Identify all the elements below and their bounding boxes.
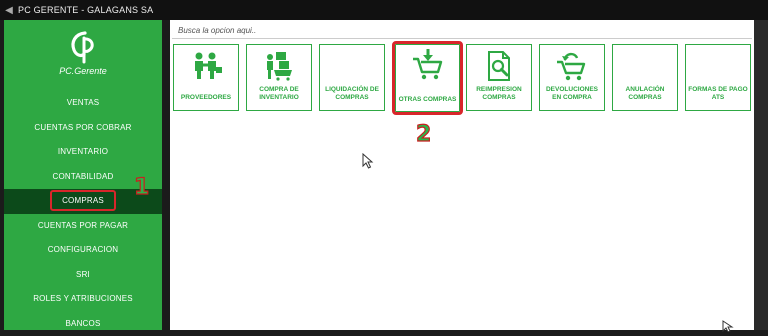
sidebar-item-label: BANCOS xyxy=(66,319,101,328)
sidebar-item-label: CUENTAS POR PAGAR xyxy=(38,221,128,230)
tile-formas-de-pago-ats[interactable]: FORMAS DE PAGO ATS xyxy=(685,44,751,111)
tile-label: ANULACIÓN COMPRAS xyxy=(614,86,676,101)
tile-label: OTRAS COMPRAS xyxy=(396,96,459,104)
pc-gerente-logo-icon xyxy=(67,30,99,64)
back-arrow-icon[interactable]: ◀ xyxy=(0,5,18,16)
tile-anulacion-compras[interactable]: ANULACIÓN COMPRAS xyxy=(612,44,678,111)
tile-liquidacion-de-compras[interactable]: LIQUIDACIÓN DE COMPRAS xyxy=(319,44,385,111)
tile-proveedores[interactable]: PROVEEDORES xyxy=(173,44,239,111)
tile-devoluciones-en-compra[interactable]: DEVOLUCIONES EN COMPRA xyxy=(539,44,605,111)
tile-compra-de-inventario[interactable]: COMPRA DE INVENTARIO xyxy=(246,44,312,111)
sidebar-item-label: CONTABILIDAD xyxy=(53,172,114,181)
tile-label: PROVEEDORES xyxy=(175,94,237,102)
sidebar-item-label: CONFIGURACION xyxy=(48,245,119,254)
sidebar-nav: VENTAS CUENTAS POR COBRAR INVENTARIO CON… xyxy=(4,91,162,336)
tile-label: FORMAS DE PAGO ATS xyxy=(687,86,749,101)
step-2-annotation: 2 xyxy=(416,122,431,147)
sidebar-item-cuentas-por-cobrar[interactable]: CUENTAS POR COBRAR xyxy=(4,116,162,141)
tile-label: LIQUIDACIÓN DE COMPRAS xyxy=(321,86,383,101)
sidebar-item-ventas[interactable]: VENTAS xyxy=(4,91,162,116)
step-1-annotation: 1 xyxy=(134,175,149,200)
window-title: PC GERENTE - GALAGANS SA xyxy=(18,5,153,15)
tile-otras-compras[interactable]: OTRAS COMPRAS xyxy=(392,41,463,115)
shopping-cart-icon xyxy=(395,48,460,82)
sidebar-item-sri[interactable]: SRI xyxy=(4,263,162,288)
sidebar-item-label: COMPRAS xyxy=(50,190,116,211)
sidebar-item-roles[interactable]: ROLES Y ATRIBUCIONES xyxy=(4,287,162,312)
tile-reimpresion-compras[interactable]: REIMPRESION COMPRAS xyxy=(466,44,532,111)
title-bar: ◀ PC GERENTE - GALAGANS SA xyxy=(0,0,768,20)
mouse-cursor-icon xyxy=(362,153,374,169)
cart-return-icon xyxy=(540,49,604,83)
logo-text: PC.Gerente xyxy=(4,66,162,76)
sidebar-item-configuracion[interactable]: CONFIGURACION xyxy=(4,238,162,263)
sidebar-item-label: VENTAS xyxy=(67,98,100,107)
tile-label: COMPRA DE INVENTARIO xyxy=(248,86,310,101)
sidebar-item-inventario[interactable]: INVENTARIO xyxy=(4,140,162,165)
main-panel: Busca la opcion aqui.. PROVEEDORES COMPR… xyxy=(170,20,754,330)
document-search-icon xyxy=(467,49,531,83)
search-input[interactable]: Busca la opcion aqui.. xyxy=(172,23,752,39)
mouse-cursor-icon xyxy=(722,320,734,332)
sidebar-item-label: ROLES Y ATRIBUCIONES xyxy=(33,294,133,303)
inventory-purchase-icon xyxy=(247,49,311,83)
sidebar-item-label: INVENTARIO xyxy=(58,147,108,156)
tile-label: DEVOLUCIONES EN COMPRA xyxy=(541,86,603,101)
sidebar-item-bancos[interactable]: BANCOS xyxy=(4,312,162,336)
sidebar-item-label: CUENTAS POR COBRAR xyxy=(34,123,131,132)
sidebar-item-cuentas-por-pagar[interactable]: CUENTAS POR PAGAR xyxy=(4,214,162,239)
suppliers-icon xyxy=(174,49,238,83)
window-edge xyxy=(754,20,768,330)
tile-label: REIMPRESION COMPRAS xyxy=(468,86,530,101)
app-logo: PC.Gerente xyxy=(4,28,162,98)
sidebar-item-label: SRI xyxy=(76,270,90,279)
